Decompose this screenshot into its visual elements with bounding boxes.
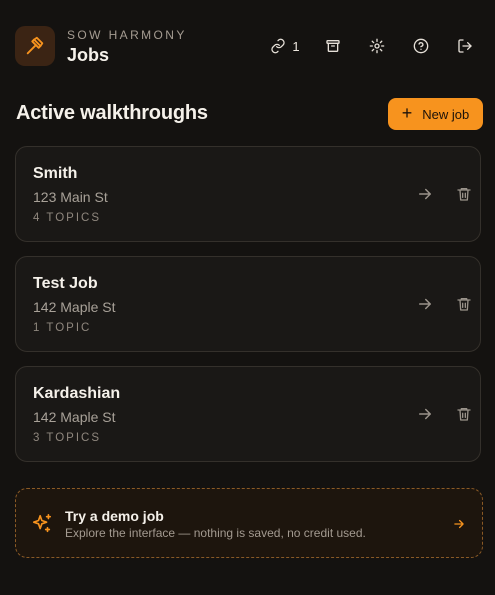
help-button[interactable] bbox=[412, 36, 430, 56]
job-address: 123 Main St bbox=[33, 189, 108, 205]
job-card[interactable]: Smith 123 Main St 4 TOPICS bbox=[15, 146, 481, 242]
trash-icon[interactable] bbox=[456, 405, 472, 423]
job-name: Kardashian bbox=[33, 385, 121, 402]
arrow-right-icon[interactable] bbox=[416, 405, 434, 423]
app-logo bbox=[15, 26, 55, 66]
page-title: Jobs bbox=[67, 45, 110, 65]
plus-icon: + bbox=[401, 103, 413, 123]
settings-button[interactable] bbox=[368, 36, 386, 56]
job-address: 142 Maple St bbox=[33, 409, 116, 425]
logout-button[interactable] bbox=[456, 36, 474, 56]
trash-icon[interactable] bbox=[456, 185, 472, 203]
help-icon bbox=[413, 38, 429, 54]
arrow-right-icon bbox=[454, 519, 464, 529]
job-card[interactable]: Test Job 142 Maple St 1 TOPIC bbox=[15, 256, 481, 352]
new-job-button[interactable]: + New job bbox=[388, 98, 483, 130]
job-name: Smith bbox=[33, 165, 78, 182]
job-topics: 1 TOPIC bbox=[33, 322, 92, 334]
links-button[interactable]: 1 bbox=[268, 36, 302, 56]
gear-icon bbox=[369, 38, 385, 54]
demo-job-card[interactable]: Try a demo job Explore the interface — n… bbox=[15, 488, 483, 558]
links-icon bbox=[271, 38, 285, 54]
brand-block: SOW HARMONY Jobs bbox=[67, 28, 187, 66]
hammer-icon bbox=[26, 36, 44, 55]
demo-title: Try a demo job bbox=[65, 508, 164, 524]
app-header: SOW HARMONY Jobs 1 bbox=[15, 26, 480, 66]
job-topics: 4 TOPICS bbox=[33, 212, 101, 224]
job-card[interactable]: Kardashian 142 Maple St 3 TOPICS bbox=[15, 366, 481, 462]
arrow-right-icon[interactable] bbox=[416, 185, 434, 203]
job-topics: 3 TOPICS bbox=[33, 432, 101, 444]
new-job-label: New job bbox=[422, 106, 470, 122]
arrow-right-icon[interactable] bbox=[416, 295, 434, 313]
section-title: Active walkthroughs bbox=[16, 102, 208, 124]
archive-button[interactable] bbox=[324, 36, 342, 56]
job-address: 142 Maple St bbox=[33, 299, 116, 315]
archive-icon bbox=[326, 40, 340, 52]
job-name: Test Job bbox=[33, 275, 98, 292]
header-actions: 1 bbox=[268, 36, 474, 56]
demo-description: Explore the interface — nothing is saved… bbox=[65, 526, 366, 540]
logout-icon bbox=[458, 39, 472, 53]
links-count: 1 bbox=[292, 38, 300, 54]
trash-icon[interactable] bbox=[456, 295, 472, 313]
sparkles-icon bbox=[32, 514, 52, 533]
brand-name: SOW HARMONY bbox=[67, 28, 187, 42]
